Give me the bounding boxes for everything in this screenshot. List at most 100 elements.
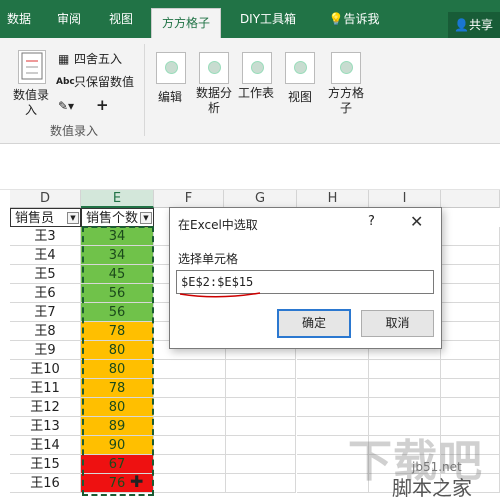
seller-cell[interactable]: 王9: [10, 341, 81, 360]
ribbon: 数值录入 ▦ 四舍五入 Abc 只保留数值 ✎▾ + 数值录入 编辑 数据分析 …: [0, 38, 500, 144]
sales-count-cell[interactable]: 89: [81, 417, 154, 436]
ffgz-menu-button[interactable]: 方方格子: [323, 86, 369, 116]
seller-cell[interactable]: 王15: [10, 455, 81, 474]
empty-cell[interactable]: [224, 398, 296, 417]
sales-count-cell[interactable]: 90: [81, 436, 154, 455]
empty-cell[interactable]: [224, 474, 296, 493]
sales-count-cell[interactable]: 78: [81, 322, 154, 341]
empty-cell[interactable]: [441, 360, 500, 379]
abc-icon: Abc: [56, 77, 75, 87]
keep-value-button[interactable]: 只保留数值: [74, 75, 134, 90]
empty-cell[interactable]: [297, 360, 369, 379]
empty-cell[interactable]: [224, 455, 296, 474]
empty-cell[interactable]: [154, 436, 226, 455]
empty-cell[interactable]: [441, 341, 500, 360]
empty-cell[interactable]: [297, 398, 369, 417]
view-menu-button[interactable]: 视图: [282, 90, 318, 105]
seller-cell[interactable]: 王8: [10, 322, 81, 341]
select-cell-label: 选择单元格: [178, 252, 239, 266]
column-header-i[interactable]: I: [369, 190, 441, 208]
worksheet-menu-button[interactable]: 工作表: [238, 86, 274, 101]
tab-review[interactable]: 审阅: [52, 0, 86, 38]
tab-data[interactable]: 数据: [2, 0, 36, 38]
sales-count-cell[interactable]: 80: [81, 398, 154, 417]
seller-cell[interactable]: 王16: [10, 474, 81, 493]
filter-dropdown-icon[interactable]: ▼: [140, 212, 152, 224]
empty-cell[interactable]: [441, 303, 500, 322]
round-button[interactable]: 四舍五入: [74, 52, 122, 67]
column-header-f[interactable]: F: [154, 190, 224, 208]
empty-cell[interactable]: [441, 265, 500, 284]
view-icon[interactable]: [285, 52, 315, 84]
ok-button[interactable]: 确定: [277, 309, 351, 338]
insert-plus-button[interactable]: +: [96, 98, 109, 113]
header-cell-seller[interactable]: 销售员 ▼: [10, 208, 81, 227]
empty-cell[interactable]: [224, 417, 296, 436]
seller-cell[interactable]: 王5: [10, 265, 81, 284]
empty-cell[interactable]: [154, 379, 226, 398]
edit-sheet-icon[interactable]: ✎▾: [58, 99, 74, 114]
close-icon[interactable]: ✕: [410, 212, 423, 231]
column-header-g[interactable]: G: [224, 190, 297, 208]
empty-cell[interactable]: [369, 398, 441, 417]
sales-count-cell[interactable]: 80: [81, 341, 154, 360]
edit-icon[interactable]: [156, 52, 186, 84]
sales-count-cell[interactable]: 56: [81, 284, 154, 303]
round-icon[interactable]: ▦: [58, 52, 69, 67]
sales-count-cell[interactable]: 34: [81, 227, 154, 246]
empty-cell[interactable]: [441, 227, 500, 246]
empty-cell[interactable]: [369, 360, 441, 379]
filter-dropdown-icon[interactable]: ▼: [67, 212, 79, 224]
dialog-title: 在Excel中选取: [178, 218, 258, 232]
help-icon[interactable]: ?: [368, 214, 375, 229]
sales-count-cell[interactable]: 80: [81, 360, 154, 379]
empty-cell[interactable]: [441, 398, 500, 417]
worksheet-icon[interactable]: [242, 52, 272, 84]
analysis-menu-button[interactable]: 数据分析: [193, 86, 235, 116]
sales-count-cell[interactable]: 78: [81, 379, 154, 398]
tab-view[interactable]: 视图: [104, 0, 138, 38]
empty-cell[interactable]: [297, 379, 369, 398]
ffgz-icon[interactable]: [331, 52, 361, 84]
empty-cell[interactable]: [441, 322, 500, 341]
column-header-e[interactable]: E: [81, 190, 154, 208]
tab-tell-me[interactable]: 💡告诉我: [322, 0, 386, 38]
edit-menu-button[interactable]: 编辑: [150, 90, 190, 105]
empty-cell[interactable]: [154, 417, 226, 436]
seller-cell[interactable]: 王3: [10, 227, 81, 246]
empty-cell[interactable]: [154, 455, 226, 474]
tab-diy-toolbox[interactable]: DIY工具箱: [234, 0, 302, 38]
data-entry-icon[interactable]: [18, 50, 46, 84]
seller-cell[interactable]: 王4: [10, 246, 81, 265]
data-entry-button[interactable]: 数值录入: [8, 88, 54, 118]
empty-cell[interactable]: [154, 398, 226, 417]
analysis-icon[interactable]: [199, 52, 229, 84]
empty-cell[interactable]: [154, 474, 226, 493]
seller-cell[interactable]: 王10: [10, 360, 81, 379]
sales-count-cell[interactable]: 45: [81, 265, 154, 284]
column-header-h[interactable]: H: [297, 190, 369, 208]
sales-count-cell[interactable]: 67: [81, 455, 154, 474]
seller-cell[interactable]: 王11: [10, 379, 81, 398]
lightbulb-icon: 💡: [328, 12, 344, 26]
seller-cell[interactable]: 王12: [10, 398, 81, 417]
seller-cell[interactable]: 王7: [10, 303, 81, 322]
empty-cell[interactable]: [441, 379, 500, 398]
seller-cell[interactable]: 王6: [10, 284, 81, 303]
share-button[interactable]: 👤共享: [448, 12, 500, 38]
empty-cell[interactable]: [224, 436, 296, 455]
column-header-d[interactable]: D: [10, 190, 81, 208]
seller-cell[interactable]: 王14: [10, 436, 81, 455]
empty-cell[interactable]: [224, 379, 296, 398]
sales-count-cell[interactable]: 34: [81, 246, 154, 265]
empty-cell[interactable]: [441, 284, 500, 303]
header-cell-sales-count[interactable]: 销售个数 ▼: [81, 208, 154, 227]
empty-cell[interactable]: [224, 360, 296, 379]
empty-cell[interactable]: [154, 360, 226, 379]
seller-cell[interactable]: 王13: [10, 417, 81, 436]
sales-count-cell[interactable]: 56: [81, 303, 154, 322]
cancel-button[interactable]: 取消: [361, 310, 434, 337]
empty-cell[interactable]: [369, 379, 441, 398]
tab-ffgz[interactable]: 方方格子: [151, 8, 221, 38]
empty-cell[interactable]: [441, 246, 500, 265]
